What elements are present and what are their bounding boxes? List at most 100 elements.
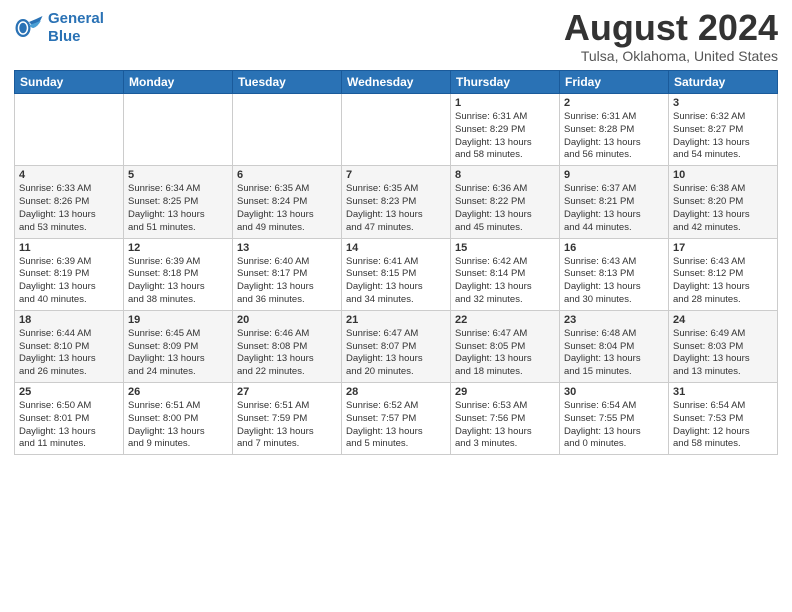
day-info: Sunrise: 6:49 AM xyxy=(673,328,773,341)
day-info: Daylight: 13 hours xyxy=(673,137,773,150)
day-info: and 38 minutes. xyxy=(128,294,228,307)
calendar-subtitle: Tulsa, Oklahoma, United States xyxy=(564,48,778,64)
day-info: and 20 minutes. xyxy=(346,366,446,379)
table-row: 15Sunrise: 6:42 AMSunset: 8:14 PMDayligh… xyxy=(451,238,560,310)
table-row: 5Sunrise: 6:34 AMSunset: 8:25 PMDaylight… xyxy=(124,166,233,238)
day-number: 23 xyxy=(564,314,664,326)
day-info: Sunset: 8:01 PM xyxy=(19,413,119,426)
day-info: Daylight: 13 hours xyxy=(673,209,773,222)
day-info: Sunset: 8:29 PM xyxy=(455,124,555,137)
day-info: and 36 minutes. xyxy=(237,294,337,307)
table-row: 27Sunrise: 6:51 AMSunset: 7:59 PMDayligh… xyxy=(233,383,342,455)
day-info: Daylight: 13 hours xyxy=(128,209,228,222)
day-info: Sunset: 8:22 PM xyxy=(455,196,555,209)
day-number: 8 xyxy=(455,169,555,181)
table-row: 3 Sunrise: 6:32 AMSunset: 8:27 PMDaylight… xyxy=(669,94,778,166)
day-info: and 13 minutes. xyxy=(673,366,773,379)
day-info: Daylight: 13 hours xyxy=(673,281,773,294)
table-row: 30Sunrise: 6:54 AMSunset: 7:55 PMDayligh… xyxy=(560,383,669,455)
day-info: and 3 minutes. xyxy=(455,438,555,451)
day-info: Sunrise: 6:47 AM xyxy=(455,328,555,341)
day-number: 20 xyxy=(237,314,337,326)
day-number: 3 xyxy=(673,97,773,109)
day-info: and 56 minutes. xyxy=(564,149,664,162)
day-info: and 9 minutes. xyxy=(128,438,228,451)
day-info: Sunset: 8:12 PM xyxy=(673,268,773,281)
day-info: and 26 minutes. xyxy=(19,366,119,379)
day-info: Daylight: 13 hours xyxy=(455,426,555,439)
table-row: 10 Sunrise: 6:38 AMSunset: 8:20 PMDayligh… xyxy=(669,166,778,238)
header: General Blue August 2024 Tulsa, Oklahoma… xyxy=(14,10,778,64)
day-info: Sunset: 8:18 PM xyxy=(128,268,228,281)
day-info: Sunrise: 6:51 AM xyxy=(237,400,337,413)
day-info: Daylight: 13 hours xyxy=(673,353,773,366)
day-info: Sunrise: 6:42 AM xyxy=(455,256,555,269)
day-info: Sunset: 8:23 PM xyxy=(346,196,446,209)
day-info: Sunrise: 6:31 AM xyxy=(455,111,555,124)
day-info: and 58 minutes. xyxy=(673,438,773,451)
day-info: Daylight: 13 hours xyxy=(128,281,228,294)
day-info: Sunset: 8:27 PM xyxy=(673,124,773,137)
day-info: Daylight: 13 hours xyxy=(237,353,337,366)
table-row: 4Sunrise: 6:33 AMSunset: 8:26 PMDaylight… xyxy=(15,166,124,238)
day-info: Daylight: 13 hours xyxy=(455,209,555,222)
day-info: Daylight: 13 hours xyxy=(346,281,446,294)
day-info: Sunrise: 6:32 AM xyxy=(673,111,773,124)
day-number: 26 xyxy=(128,386,228,398)
day-info: and 49 minutes. xyxy=(237,222,337,235)
day-number: 12 xyxy=(128,242,228,254)
day-number: 17 xyxy=(673,242,773,254)
day-info: Daylight: 13 hours xyxy=(564,209,664,222)
table-row: 23 Sunrise: 6:48 AMSunset: 8:04 PMDayligh… xyxy=(560,310,669,382)
day-info: Daylight: 13 hours xyxy=(455,353,555,366)
day-info: Sunrise: 6:38 AM xyxy=(673,183,773,196)
day-number: 21 xyxy=(346,314,446,326)
table-row: 17Sunrise: 6:43 AMSunset: 8:12 PMDayligh… xyxy=(669,238,778,310)
table-row: 6Sunrise: 6:35 AMSunset: 8:24 PMDaylight… xyxy=(233,166,342,238)
table-row: 28Sunrise: 6:52 AMSunset: 7:57 PMDayligh… xyxy=(342,383,451,455)
day-info: Sunrise: 6:50 AM xyxy=(19,400,119,413)
day-info: and 47 minutes. xyxy=(346,222,446,235)
day-info: Sunset: 8:03 PM xyxy=(673,341,773,354)
table-row: 1Sunrise: 6:31 AMSunset: 8:29 PMDaylight… xyxy=(451,94,560,166)
day-info: Daylight: 13 hours xyxy=(564,353,664,366)
table-row: 25Sunrise: 6:50 AMSunset: 8:01 PMDayligh… xyxy=(15,383,124,455)
day-info: Daylight: 12 hours xyxy=(673,426,773,439)
day-number: 28 xyxy=(346,386,446,398)
day-info: Daylight: 13 hours xyxy=(19,209,119,222)
day-info: Sunset: 8:17 PM xyxy=(237,268,337,281)
day-number: 27 xyxy=(237,386,337,398)
day-number: 6 xyxy=(237,169,337,181)
day-number: 5 xyxy=(128,169,228,181)
day-number: 10 xyxy=(673,169,773,181)
day-info: Sunrise: 6:52 AM xyxy=(346,400,446,413)
day-info: Sunrise: 6:48 AM xyxy=(564,328,664,341)
day-number: 22 xyxy=(455,314,555,326)
day-info: and 53 minutes. xyxy=(19,222,119,235)
day-info: Sunset: 8:20 PM xyxy=(673,196,773,209)
page: General Blue August 2024 Tulsa, Oklahoma… xyxy=(0,0,792,612)
day-info: Sunrise: 6:35 AM xyxy=(237,183,337,196)
day-info: and 15 minutes. xyxy=(564,366,664,379)
day-info: Sunset: 8:05 PM xyxy=(455,341,555,354)
day-info: Daylight: 13 hours xyxy=(346,353,446,366)
logo: General Blue xyxy=(14,10,104,46)
day-info: Daylight: 13 hours xyxy=(346,426,446,439)
day-info: and 58 minutes. xyxy=(455,149,555,162)
day-info: Sunset: 8:04 PM xyxy=(564,341,664,354)
day-number: 16 xyxy=(564,242,664,254)
table-row: 14Sunrise: 6:41 AMSunset: 8:15 PMDayligh… xyxy=(342,238,451,310)
day-info: Daylight: 13 hours xyxy=(564,137,664,150)
day-info: Daylight: 13 hours xyxy=(237,281,337,294)
day-info: and 0 minutes. xyxy=(564,438,664,451)
day-info: Daylight: 13 hours xyxy=(237,426,337,439)
table-row xyxy=(233,94,342,166)
day-number: 2 xyxy=(564,97,664,109)
day-info: Sunrise: 6:46 AM xyxy=(237,328,337,341)
day-info: Sunrise: 6:53 AM xyxy=(455,400,555,413)
day-info: and 22 minutes. xyxy=(237,366,337,379)
day-info: Sunset: 8:19 PM xyxy=(19,268,119,281)
day-info: Sunset: 8:13 PM xyxy=(564,268,664,281)
day-info: Sunset: 8:14 PM xyxy=(455,268,555,281)
table-row: 19Sunrise: 6:45 AMSunset: 8:09 PMDayligh… xyxy=(124,310,233,382)
